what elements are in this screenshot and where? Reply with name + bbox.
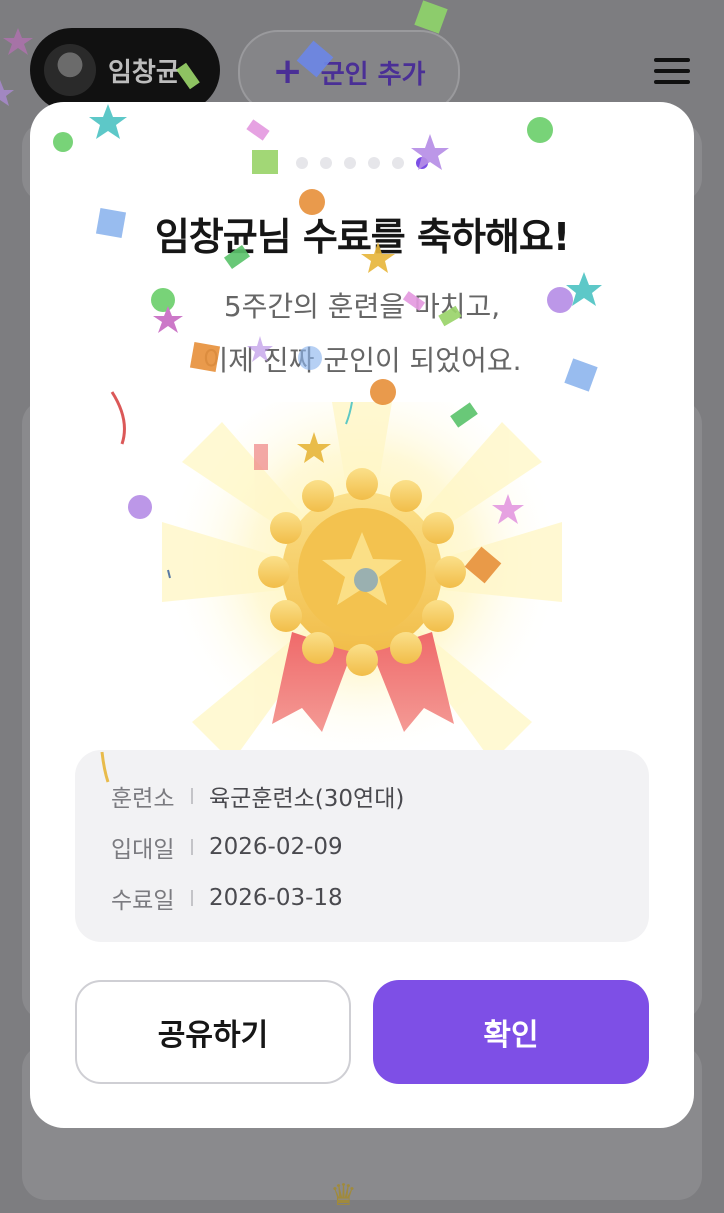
info-label: 수료일 <box>111 888 175 914</box>
page-dot <box>368 157 380 169</box>
confirm-button[interactable]: 확인 <box>373 980 649 1084</box>
subtitle-line-2: 이제 진짜 군인이 되었어요. <box>202 344 522 377</box>
profile-name: 임창균 <box>108 57 180 88</box>
page-dot <box>416 157 428 169</box>
modal-subtitle: 5주간의 훈련을 마치고, 이제 진짜 군인이 되었어요. <box>30 280 694 388</box>
plus-icon: + <box>272 51 303 92</box>
page-indicator <box>30 157 694 169</box>
info-row-enlist-date: 입대일 2026-02-09 <box>111 827 343 867</box>
profile-chip[interactable]: 임창균 <box>30 28 220 112</box>
avatar <box>44 44 96 96</box>
info-row-completion-date: 수료일 2026-03-18 <box>111 878 343 918</box>
info-label: 입대일 <box>111 837 175 863</box>
hamburger-menu-icon[interactable] <box>654 58 690 84</box>
page-dot <box>392 157 404 169</box>
divider <box>191 788 193 804</box>
add-soldier-label: 군인 추가 <box>320 59 426 90</box>
modal-title: 임창균님 수료를 축하해요! <box>154 215 570 259</box>
page-dot <box>344 157 356 169</box>
subtitle-line-1: 5주간의 훈련을 마치고, <box>223 290 501 323</box>
completion-modal: 임창균님 수료를 축하해요! 5주간의 훈련을 마치고, 이제 진짜 군인이 되… <box>30 102 694 1128</box>
training-info-box: 훈련소 육군훈련소(30연대) 입대일 2026-02-09 수료일 2026-… <box>75 750 649 942</box>
divider <box>191 890 193 906</box>
page-dot <box>296 157 308 169</box>
info-value: 육군훈련소(30연대) <box>209 786 405 812</box>
info-label: 훈련소 <box>111 786 175 812</box>
share-button[interactable]: 공유하기 <box>75 980 351 1084</box>
info-value: 2026-03-18 <box>209 885 343 911</box>
page-dot <box>320 157 332 169</box>
info-value: 2026-02-09 <box>209 834 343 860</box>
info-row-training-center: 훈련소 육군훈련소(30연대) <box>111 776 404 816</box>
divider <box>191 839 193 855</box>
crown-icon: ♛ <box>330 1178 357 1213</box>
